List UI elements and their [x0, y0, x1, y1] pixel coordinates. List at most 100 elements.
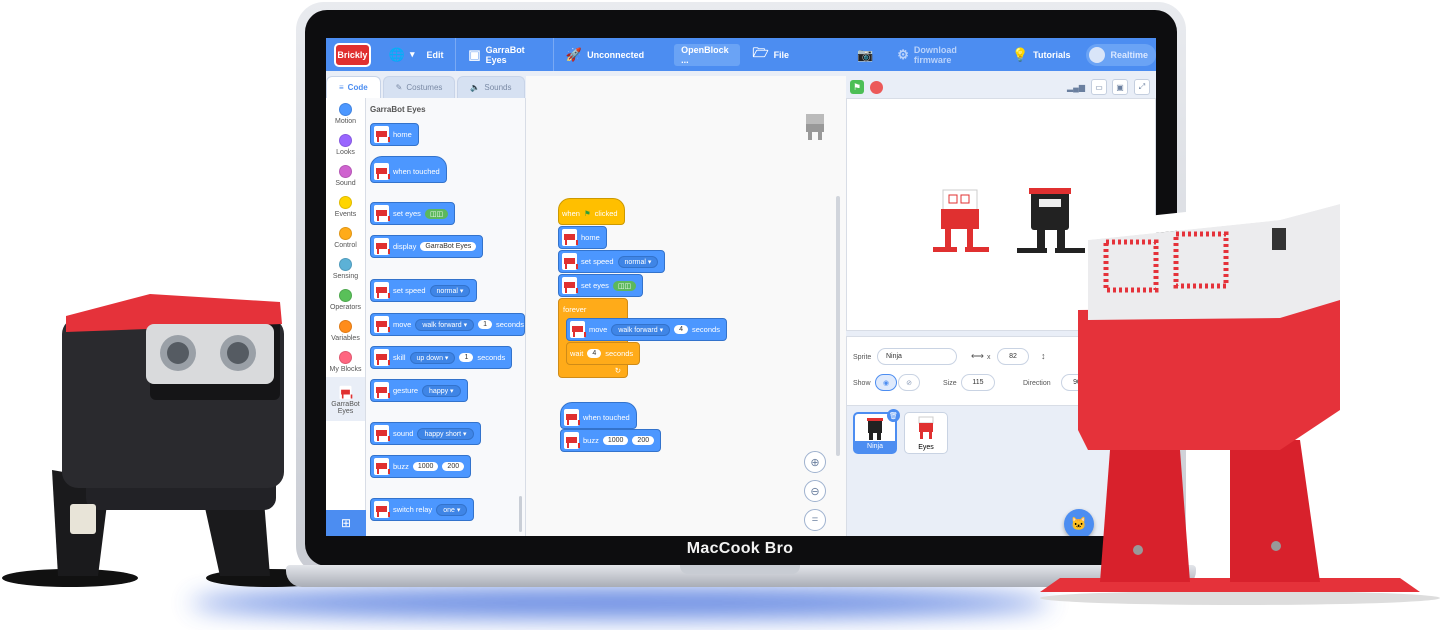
category-looks[interactable]: Looks	[326, 129, 365, 160]
stop-button[interactable]	[870, 80, 883, 94]
script-when-touched[interactable]: when touched	[560, 402, 637, 429]
block-gesture[interactable]: gesture happy ▾	[370, 379, 468, 402]
show-hidden-button[interactable]: ⊘	[898, 374, 920, 391]
tab-sounds[interactable]: 🔈 Sounds	[457, 76, 525, 98]
block-sound[interactable]: sound happy short ▾	[370, 422, 481, 445]
tab-sounds-label: Sounds	[484, 83, 512, 92]
relay-dropdown[interactable]: one ▾	[436, 503, 468, 516]
show-visible-button[interactable]: ◉	[875, 374, 897, 391]
script-home[interactable]: home	[558, 226, 607, 249]
x-position-input[interactable]: 82	[997, 348, 1029, 365]
block-when-touched[interactable]: when touched	[370, 156, 447, 183]
script-buzz[interactable]: buzz 1000 200	[560, 429, 662, 452]
eyes-robot-sprite	[933, 189, 989, 252]
script-set-speed[interactable]: set speed normal ▾	[558, 250, 666, 273]
buzz-frequency-input[interactable]: 1000	[412, 462, 439, 471]
eyes-matrix-icon[interactable]: ◫◫	[612, 280, 637, 291]
eyes-thumbnail	[918, 416, 934, 439]
move-seconds-input[interactable]: 4	[674, 325, 689, 334]
tab-costumes[interactable]: ✎ Costumes	[382, 76, 456, 98]
download-firmware-button[interactable]: ⚙ Download firmware	[885, 38, 1000, 71]
green-flag-button[interactable]: ⚑	[850, 80, 864, 94]
workspace-scrollbar[interactable]	[836, 196, 840, 456]
category-sound[interactable]: Sound	[326, 160, 365, 191]
block-label: sound	[393, 429, 414, 438]
language-menu[interactable]: 🌐 ▾	[377, 38, 427, 71]
realtime-toggle[interactable]: Realtime	[1086, 43, 1156, 66]
loop-arrow-icon: ↻	[614, 366, 621, 375]
tutorials-button[interactable]: 💡 Tutorials	[1000, 38, 1083, 71]
palette-scrollbar[interactable]	[519, 496, 522, 532]
file-menu[interactable]: 🗁 File	[740, 38, 801, 71]
skill-seconds-input[interactable]: 1	[459, 353, 474, 362]
script-set-eyes[interactable]: set eyes ◫◫	[558, 274, 644, 297]
zoom-reset-button[interactable]: =	[804, 509, 826, 531]
move-dropdown[interactable]: walk forward ▾	[415, 318, 475, 331]
project-title[interactable]: OpenBlock ...	[674, 43, 741, 66]
script-move[interactable]: move walk forward ▾ 4 seconds	[566, 318, 727, 341]
brickly-logo[interactable]: Brickly	[334, 42, 371, 67]
lightbulb-icon: 💡	[1011, 46, 1029, 62]
edit-menu[interactable]: Edit	[426, 38, 455, 71]
category-sensing[interactable]: Sensing	[326, 253, 365, 284]
category-control[interactable]: Control	[326, 222, 365, 253]
block-label: wait	[570, 349, 584, 358]
display-input[interactable]: GarraBot Eyes	[420, 242, 477, 251]
category-operators[interactable]: Operators	[326, 284, 365, 315]
robot-icon	[562, 253, 578, 270]
zoom-out-button[interactable]: ⊖	[804, 480, 826, 502]
category-motion[interactable]: Motion	[326, 98, 365, 129]
script-wait[interactable]: wait 4 seconds	[566, 342, 641, 365]
category-label: Sound	[335, 179, 356, 187]
block-buzz[interactable]: buzz 1000 200	[370, 455, 472, 478]
move-seconds-input[interactable]: 1	[478, 320, 493, 329]
gesture-dropdown[interactable]: happy ▾	[422, 384, 461, 397]
move-dropdown[interactable]: walk forward ▾	[611, 323, 671, 336]
block-skill[interactable]: skill up down ▾ 1 seconds	[370, 346, 513, 369]
tab-code[interactable]: ≡ Code	[326, 76, 381, 98]
sprite-name-input[interactable]: Ninja	[877, 348, 957, 365]
category-garrabot-eyes[interactable]: GarraBot Eyes	[326, 377, 365, 421]
category-label: Control	[334, 241, 357, 249]
script-when-flag-clicked[interactable]: when ⚑ clicked	[558, 198, 625, 225]
block-home[interactable]: home	[370, 123, 419, 146]
eyes-matrix-icon[interactable]: ◫◫	[424, 208, 449, 219]
block-switch-relay[interactable]: switch relay one ▾	[370, 498, 475, 521]
tab-costumes-label: Costumes	[406, 83, 443, 92]
block-display[interactable]: display GarraBot Eyes	[370, 235, 484, 258]
block-set-speed[interactable]: set speed normal ▾	[370, 279, 478, 302]
screenshot-button[interactable]: 📷	[845, 38, 885, 71]
zoom-reset-icon: =	[811, 514, 819, 526]
block-label: when	[562, 209, 580, 218]
delete-sprite-button[interactable]: 🗑	[887, 409, 900, 422]
large-stage-button[interactable]: ▣	[1112, 79, 1128, 95]
sprite-tile-ninja[interactable]: Ninja 🗑	[853, 409, 900, 454]
buzz-duration-input[interactable]: 200	[632, 436, 655, 445]
sprite-label: Sprite	[853, 354, 872, 361]
category-variables[interactable]: Variables	[326, 315, 365, 346]
block-set-eyes[interactable]: set eyes ◫◫	[370, 202, 456, 225]
small-stage-button[interactable]: ▭	[1091, 79, 1107, 95]
connection-button[interactable]: 🚀 Unconnected	[554, 38, 656, 71]
speed-dropdown[interactable]: normal ▾	[429, 284, 471, 297]
category-my-blocks[interactable]: My Blocks	[326, 346, 365, 377]
size-input[interactable]: 115	[961, 374, 995, 391]
buzz-frequency-input[interactable]: 1000	[602, 436, 629, 445]
block-label: set eyes	[581, 281, 609, 290]
add-extension-button[interactable]: ⊞	[326, 510, 366, 536]
category-events[interactable]: Events	[326, 191, 365, 222]
sound-dropdown[interactable]: happy short ▾	[417, 427, 474, 440]
code-icon: ≡	[339, 83, 344, 92]
block-move[interactable]: move walk forward ▾ 1 seconds	[370, 313, 525, 336]
skill-dropdown[interactable]: up down ▾	[409, 351, 456, 364]
block-label: when touched	[393, 167, 440, 176]
script-workspace[interactable]: when ⚑ clicked home set speed normal ▾ set …	[526, 76, 846, 536]
fullscreen-button[interactable]: ⤢	[1134, 79, 1150, 95]
sprite-tile-eyes[interactable]: Eyes	[904, 412, 948, 454]
robot-icon	[374, 316, 390, 333]
wait-seconds-input[interactable]: 4	[587, 349, 602, 358]
buzz-duration-input[interactable]: 200	[442, 462, 465, 471]
speed-dropdown[interactable]: normal ▾	[617, 255, 659, 268]
robot-select[interactable]: ▣ GarraBot Eyes	[456, 38, 553, 71]
zoom-in-button[interactable]: ⊕	[804, 451, 826, 473]
